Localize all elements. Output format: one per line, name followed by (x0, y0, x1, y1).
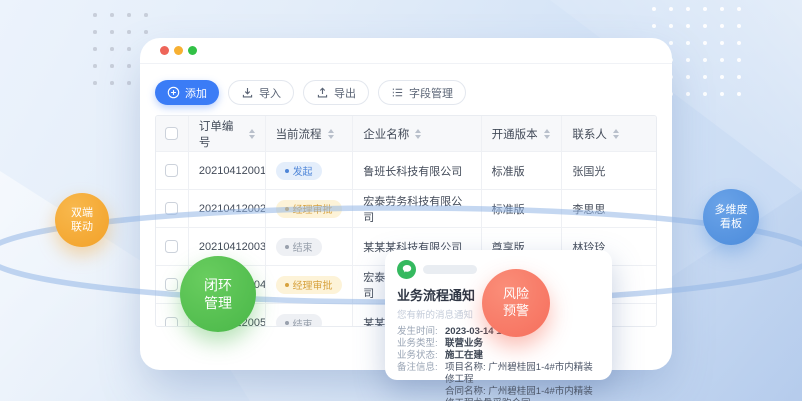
process-status-badge: 结束 (276, 314, 322, 327)
order-no-cell: 20210412002 (189, 190, 266, 227)
column-header-version[interactable]: 开通版本 (482, 116, 563, 151)
minimize-window-icon[interactable] (174, 46, 183, 55)
row-checkbox[interactable] (165, 278, 178, 291)
sort-icon[interactable] (544, 129, 550, 139)
field-manage-button[interactable]: 字段管理 (378, 80, 466, 105)
select-all-checkbox[interactable] (165, 127, 178, 140)
badge-multi-dashboard: 多维度 看板 (703, 189, 759, 245)
status-dot-icon (285, 245, 289, 249)
process-status-badge: 结束 (276, 238, 322, 256)
column-header-process[interactable]: 当前流程 (266, 116, 354, 151)
notification-field: 业务类型: 联营业务 (397, 338, 600, 350)
status-dot-icon (285, 321, 289, 325)
process-cell: 发起 (266, 152, 354, 189)
zoom-window-icon[interactable] (188, 46, 197, 55)
notification-field: 备注信息: 项目名称: 广州碧桂园1-4#市内精装修工程 合同名称: 广州碧桂园… (397, 362, 600, 401)
row-checkbox[interactable] (165, 202, 178, 215)
row-checkbox[interactable] (165, 240, 178, 253)
plus-circle-icon (167, 86, 180, 99)
table-row: 20210412001 发起 鲁班长科技有限公司标准版张国光 (156, 152, 656, 190)
add-button[interactable]: 添加 (155, 80, 219, 105)
import-icon (241, 86, 254, 99)
contact-cell: 张国光 (562, 152, 656, 189)
row-select-cell (156, 152, 189, 189)
table-header-row: 订单编号 当前流程 企业名称 开通版本 联系人 (156, 116, 656, 152)
process-status-badge: 经理审批 (276, 276, 342, 294)
process-status-badge: 发起 (276, 162, 322, 180)
badge-dual-linkage: 双端 联动 (55, 193, 109, 247)
status-dot-icon (285, 169, 289, 173)
sort-icon[interactable] (249, 129, 255, 139)
badge-risk-alert: 风险 预警 (482, 269, 550, 337)
sort-icon[interactable] (613, 129, 619, 139)
add-button-label: 添加 (185, 85, 207, 101)
version-cell: 标准版 (482, 152, 563, 189)
sort-icon[interactable] (415, 129, 421, 139)
notification-field: 业务状态: 施工在建 (397, 350, 600, 362)
import-button-label: 导入 (259, 85, 281, 101)
export-button[interactable]: 导出 (303, 80, 369, 105)
process-status-badge: 经理审批 (276, 200, 342, 218)
status-dot-icon (285, 207, 289, 211)
order-no-cell: 20210412001 (189, 152, 266, 189)
import-button[interactable]: 导入 (228, 80, 294, 105)
field-list-icon (391, 86, 404, 99)
row-checkbox[interactable] (165, 164, 178, 177)
field-manage-button-label: 字段管理 (409, 85, 453, 101)
window-titlebar (140, 38, 672, 64)
column-header-contact[interactable]: 联系人 (562, 116, 656, 151)
notification-fields: 发生时间: 2023-03-14 14:20 业务类型: 联营业务 业务状态: … (397, 326, 600, 401)
row-select-cell (156, 190, 189, 227)
close-window-icon[interactable] (160, 46, 169, 55)
notification-source-placeholder (423, 265, 477, 274)
company-cell: 宏泰劳务科技有限公司 (353, 190, 481, 227)
column-header-order-no[interactable]: 订单编号 (189, 116, 266, 151)
toolbar: 添加 导入 导出 字段管 (155, 80, 466, 105)
column-header-company[interactable]: 企业名称 (353, 116, 481, 151)
row-select-cell (156, 228, 189, 265)
contact-cell: 李思思 (562, 190, 656, 227)
table-row: 20210412002 经理审批宏泰劳务科技有限公司标准版李思思 (156, 190, 656, 228)
export-button-label: 导出 (334, 85, 356, 101)
process-cell: 结束 (266, 228, 354, 265)
version-cell: 标准版 (482, 190, 563, 227)
badge-closed-loop: 闭环 管理 (180, 256, 256, 332)
export-icon (316, 86, 329, 99)
status-dot-icon (285, 283, 289, 287)
row-checkbox[interactable] (165, 317, 178, 328)
select-all-cell (156, 116, 189, 151)
wechat-chat-icon (397, 260, 416, 279)
sort-icon[interactable] (328, 129, 334, 139)
process-cell: 经理审批 (266, 190, 354, 227)
process-cell: 经理审批 (266, 266, 354, 303)
process-cell: 结束 (266, 304, 354, 327)
company-cell: 鲁班长科技有限公司 (353, 152, 481, 189)
